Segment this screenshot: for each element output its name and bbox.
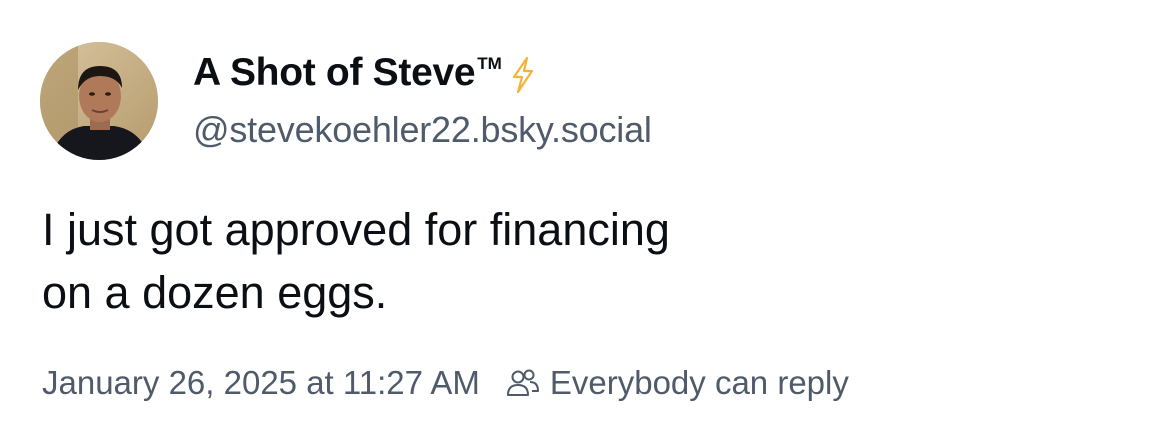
post-timestamp[interactable]: January 26, 2025 at 11:27 AM: [42, 362, 480, 404]
post-text-line: on a dozen eggs.: [42, 267, 388, 318]
trademark-symbol: TM: [477, 54, 502, 73]
reply-setting[interactable]: Everybody can reply: [506, 362, 849, 404]
post-meta: January 26, 2025 at 11:27 AM Everybody c…: [42, 362, 849, 404]
author-handle[interactable]: @stevekoehler22.bsky.social: [193, 108, 652, 152]
post-text-line: I just got approved for financing: [42, 204, 670, 255]
reply-setting-label: Everybody can reply: [549, 364, 849, 401]
lightning-bolt-icon: [510, 56, 536, 99]
display-name[interactable]: A Shot of Steve: [193, 50, 476, 96]
people-icon: [506, 367, 540, 399]
avatar[interactable]: [40, 42, 158, 160]
post-body: I just got approved for financing on a d…: [42, 198, 670, 324]
avatar-photo: [40, 42, 158, 160]
author-name-row[interactable]: A Shot of Steve TM: [193, 50, 536, 99]
post-card: A Shot of Steve TM @stevekoehler22.bsky.…: [0, 0, 1152, 428]
